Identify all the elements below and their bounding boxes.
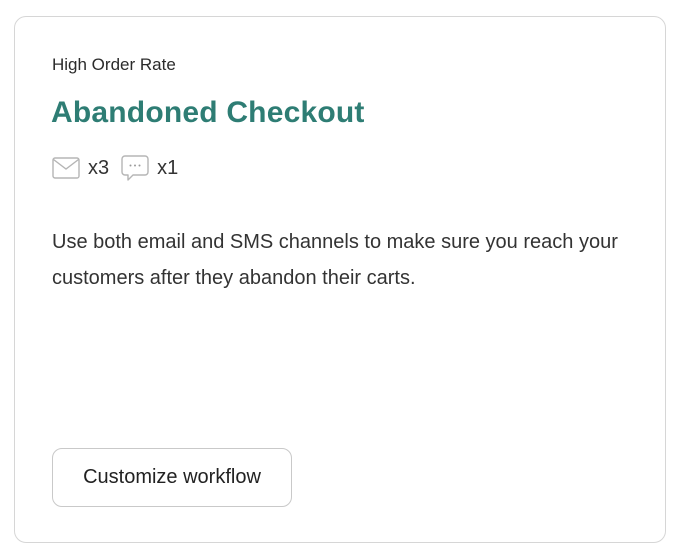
workflow-card: High Order Rate Abandoned Checkout x3 x1… [14,16,666,543]
channel-counts: x3 x1 [52,154,190,182]
email-count: x3 [88,157,110,179]
chat-bubble-icon [121,154,149,182]
card-description: Use both email and SMS channels to make … [52,231,618,289]
card-title: Abandoned Checkout [51,96,365,129]
customize-workflow-button[interactable]: Customize workflow [52,448,292,507]
sms-count: x1 [157,157,179,179]
email-channel: x3 [52,156,109,180]
sms-channel: x1 [121,154,178,182]
mail-icon [52,156,80,180]
card-eyebrow: High Order Rate [52,55,176,74]
